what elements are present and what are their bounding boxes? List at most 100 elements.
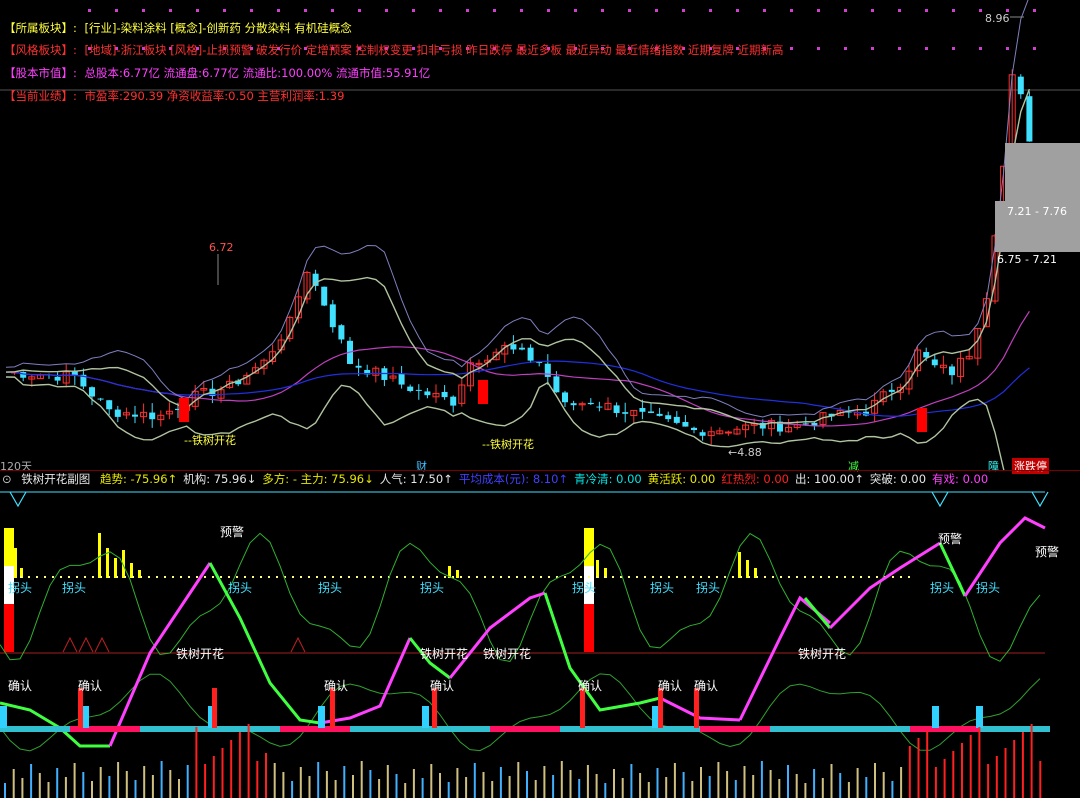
dot (276, 576, 278, 578)
top-mark (736, 9, 739, 12)
base-strip (210, 726, 280, 732)
volume-bar (839, 773, 842, 798)
volume-bar (847, 782, 850, 798)
volume-bar (569, 770, 572, 798)
info-sector: 【所属板块】: [行业]-染料涂料 [概念]-创新药 分散染料 有机硅概念 (4, 19, 352, 37)
red-bar (432, 688, 437, 728)
top-mark (709, 9, 712, 12)
candle-body (562, 392, 568, 403)
dot (76, 576, 78, 578)
candles (11, 69, 1033, 445)
dot (732, 576, 734, 578)
red-bar (212, 688, 217, 728)
volume-bar (639, 773, 642, 798)
candle-body (106, 400, 113, 410)
red-triangle (62, 636, 78, 653)
top-mark (844, 9, 847, 12)
volume-bar (4, 783, 6, 798)
volume-bar (1021, 732, 1024, 798)
cyan-bar (82, 706, 89, 728)
signal-block (478, 380, 488, 404)
label-queren: 确认 (8, 679, 32, 693)
candle-body (665, 415, 672, 420)
volume-bar (465, 777, 468, 798)
top-mark (844, 47, 847, 50)
volume-bar (604, 783, 607, 798)
price-high-left: 6.72 (209, 241, 234, 254)
label-tieshu: 铁树开花 (483, 646, 531, 661)
dot (588, 576, 590, 578)
sub-indicator-0: 趋势: -75.96↑ (99, 472, 178, 486)
dot (604, 576, 606, 578)
candle-body (424, 391, 431, 396)
gear-icon[interactable]: ⊙ (2, 472, 12, 486)
volume-bar (621, 778, 624, 798)
dot (812, 576, 814, 578)
base-strip (980, 726, 1050, 732)
red-triangle (94, 636, 110, 653)
dot (412, 576, 414, 578)
label-yujing: 预警 (220, 524, 244, 539)
dot (116, 576, 118, 578)
top-mark (547, 9, 550, 12)
candle-body (510, 344, 517, 350)
volume-bar (865, 777, 868, 798)
sub-indicator-chart[interactable]: 预警 预警预警拐头 拐头 拐头 拐头 拐头 拐头 拐头 拐头 拐头 拐头铁树开花 铁树开花 铁树开花 铁树… (0, 488, 1080, 798)
volume-bar (552, 775, 555, 798)
red-triangle (290, 636, 306, 653)
sub-indicator-9: 突破: 0.00 (869, 472, 927, 486)
info-style: 【风格板块】: [地域]-浙江板块 [风格]-止损预警 破发行价 定增预案 控制… (4, 41, 783, 59)
top-mark (304, 9, 307, 12)
dot (540, 576, 542, 578)
candle-body (888, 389, 895, 392)
candle-body (338, 325, 345, 340)
signal-yellow (4, 528, 14, 566)
volume-bar (752, 775, 755, 798)
candle-body (656, 413, 663, 416)
top-mark (1033, 47, 1036, 50)
volume-bar (386, 765, 389, 798)
dot (668, 576, 670, 578)
dot (156, 576, 158, 578)
dot (44, 576, 46, 578)
volume-bar (230, 740, 233, 798)
volume-bar (795, 774, 798, 798)
base-strip (630, 726, 700, 732)
dot (460, 576, 462, 578)
sub-indicator-6: 黄活跃: 0.00 (647, 472, 716, 486)
yellow-bar (456, 570, 459, 578)
volume-bar (378, 779, 381, 798)
sub-chart-title[interactable]: 铁树开花副图 (21, 472, 90, 486)
sector-label: 【所属板块】: (4, 21, 77, 35)
volume-bar (630, 764, 633, 798)
dot (468, 576, 470, 578)
candle-body (97, 398, 104, 400)
volume-bar (726, 771, 729, 798)
candle-body (527, 347, 534, 361)
candle-body (613, 405, 620, 413)
dot (700, 576, 702, 578)
volume-bar (91, 781, 93, 798)
dot (348, 576, 350, 578)
trend-segment (659, 696, 741, 722)
top-mark (952, 47, 955, 50)
dot (860, 576, 862, 578)
volume-bar (891, 781, 894, 798)
dot (36, 576, 38, 578)
yellow-bar (130, 563, 133, 578)
candle-body (553, 376, 560, 393)
trend-segment (828, 541, 941, 630)
volume-bar (73, 763, 76, 798)
candle-body (415, 389, 422, 391)
volume-bar (656, 768, 659, 798)
cyan-bar (932, 706, 939, 728)
dot (20, 576, 22, 578)
candle-body (450, 396, 457, 406)
dot (564, 576, 566, 578)
top-mark (952, 9, 955, 12)
volume-bar (917, 738, 920, 798)
dot (380, 576, 382, 578)
volume-bar (134, 780, 137, 798)
dot (364, 576, 366, 578)
candle-body (321, 286, 328, 306)
